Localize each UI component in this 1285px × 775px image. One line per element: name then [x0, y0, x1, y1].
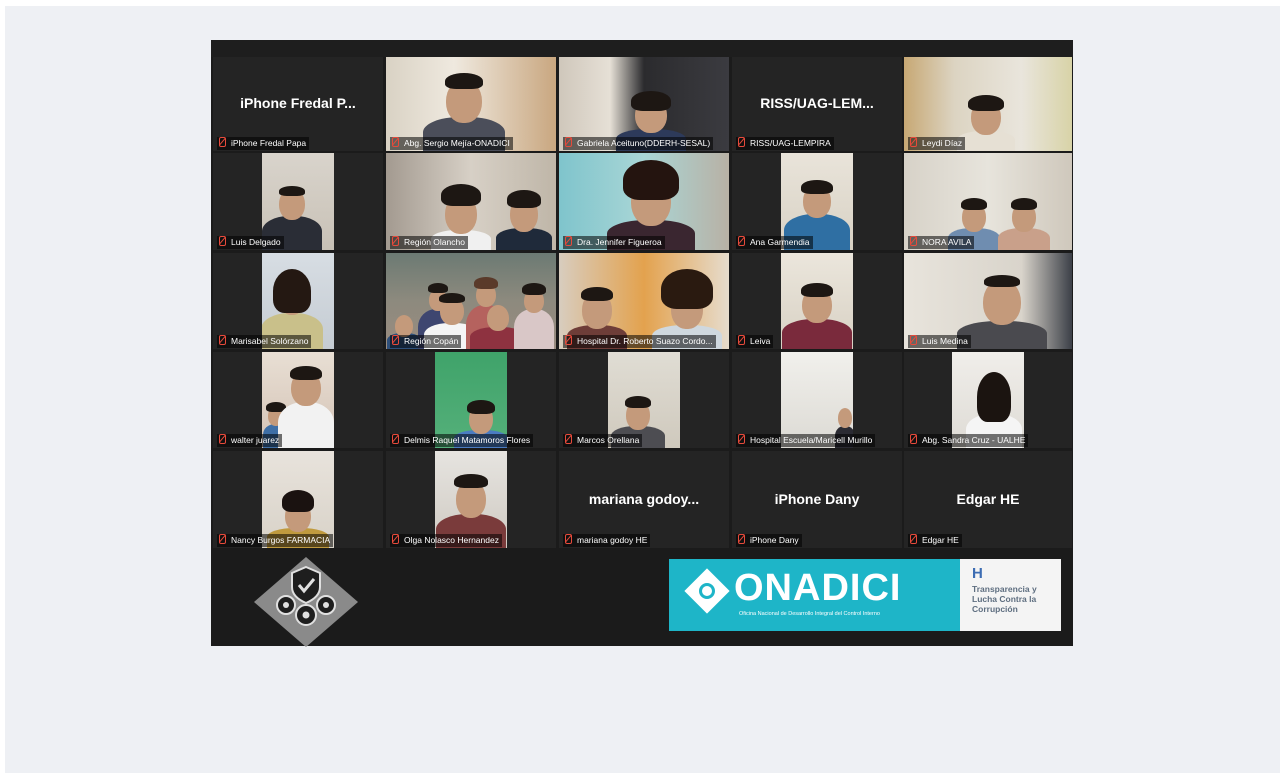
participant-person — [998, 192, 1050, 250]
participant-name-label: Olga Nolasco Hernandez — [390, 534, 502, 547]
participant-tile[interactable]: Delmis Raquel Matamoros Flores — [386, 352, 556, 448]
participant-tile[interactable]: Luis Medina — [904, 253, 1072, 349]
participant-tile[interactable]: Región Olancho — [386, 153, 556, 250]
onadici-wordmark: ONADICI — [734, 567, 902, 609]
participant-name-label: Gabriela Aceituno(DDERH-SESAL) — [563, 137, 714, 150]
transparency-mark: H — [972, 565, 983, 582]
participant-name-label: Marisabel Solórzano — [217, 335, 312, 348]
participant-video — [781, 253, 853, 349]
participant-name-label: Leydi Díaz — [908, 137, 966, 150]
muted-mic-icon — [738, 335, 745, 345]
participant-name-label: mariana godoy HE — [563, 534, 651, 547]
muted-mic-icon — [392, 534, 399, 544]
muted-mic-icon — [565, 335, 572, 345]
participant-name-label: NORA AVILA — [908, 236, 975, 249]
participant-person — [278, 362, 334, 448]
participant-person — [782, 281, 852, 349]
muted-mic-icon — [910, 335, 917, 345]
participant-name-label: Hospital Escuela/Maricell Murillo — [736, 434, 876, 447]
participant-tile[interactable]: mariana godoy... mariana godoy HE — [559, 451, 729, 548]
muted-mic-icon — [392, 137, 399, 147]
participant-tile[interactable]: Olga Nolasco Hernandez — [386, 451, 556, 548]
gallery-view-grid: iPhone Fredal P... iPhone Fredal Papa Ab… — [211, 57, 1073, 551]
participant-name-label: Luis Delgado — [217, 236, 284, 249]
participant-name-label: Ana Garmendia — [736, 236, 813, 249]
participant-tile[interactable]: Luis Delgado — [213, 153, 383, 250]
participant-tile[interactable]: Nancy Burgos FARMACIA — [213, 451, 383, 548]
participant-tile[interactable]: iPhone Fredal P... iPhone Fredal Papa — [213, 57, 383, 151]
participant-name-label: iPhone Fredal Papa — [217, 137, 310, 150]
muted-mic-icon — [738, 534, 745, 544]
muted-mic-icon — [910, 236, 917, 246]
muted-mic-icon — [910, 534, 917, 544]
participant-name-label: Hospital Dr. Roberto Suazo Cordo... — [563, 335, 716, 348]
muted-mic-icon — [565, 236, 572, 246]
participant-name-label: Región Copán — [390, 335, 462, 348]
participant-display-name: RISS/UAG-LEM... — [760, 95, 874, 112]
muted-mic-icon — [392, 335, 399, 345]
participant-tile[interactable]: Gabriela Aceituno(DDERH-SESAL) — [559, 57, 729, 151]
participant-tile[interactable]: Marcos Orellana — [559, 352, 729, 448]
participant-tile[interactable]: Leydi Díaz — [904, 57, 1072, 151]
participant-name-label: Marcos Orellana — [563, 434, 643, 447]
participant-tile[interactable]: Dra. Jennifer Figueroa — [559, 153, 729, 250]
participant-person — [514, 269, 554, 349]
participant-name-label: Leiva — [736, 335, 774, 348]
muted-mic-icon — [565, 137, 572, 147]
muted-mic-icon — [738, 434, 745, 444]
muted-mic-icon — [565, 434, 572, 444]
participant-tile-active-speaker[interactable]: Abg. Sergio Mejía-ONADICI — [386, 57, 556, 151]
participant-name-label: Región Olancho — [390, 236, 468, 249]
participant-name-label: Abg. Sandra Cruz - UALHE — [908, 434, 1029, 447]
participant-person — [496, 184, 552, 250]
participant-tile[interactable]: walter juarez — [213, 352, 383, 448]
muted-mic-icon — [392, 434, 399, 444]
participant-display-name: Edgar HE — [956, 490, 1020, 507]
branding-footer: ONADICI Oficina Nacional de Desarrollo I… — [211, 551, 1073, 647]
muted-mic-icon — [910, 137, 917, 147]
participant-display-name: iPhone Fredal P... — [240, 95, 356, 112]
participant-tile[interactable]: Leiva — [732, 253, 902, 349]
participant-tile[interactable]: iPhone Dany iPhone Dany — [732, 451, 902, 548]
participant-tile[interactable]: RISS/UAG-LEM... RISS/UAG-LEMPIRA — [732, 57, 902, 151]
muted-mic-icon — [392, 236, 399, 246]
onadici-logo-banner: ONADICI Oficina Nacional de Desarrollo I… — [669, 559, 960, 631]
transparency-text: Transparencia y Lucha Contra la Corrupci… — [972, 584, 1037, 614]
participant-tile[interactable]: Región Copán — [386, 253, 556, 349]
participant-display-name: iPhone Dany — [774, 490, 860, 507]
muted-mic-icon — [910, 434, 917, 444]
participant-tile[interactable]: Hospital Dr. Roberto Suazo Cordo... — [559, 253, 729, 349]
muted-mic-icon — [219, 434, 226, 444]
muted-mic-icon — [738, 236, 745, 246]
video-meeting-screenshot: iPhone Fredal P... iPhone Fredal Papa Ab… — [211, 40, 1073, 647]
participant-tile[interactable]: Marisabel Solórzano — [213, 253, 383, 349]
participant-display-name: mariana godoy... — [588, 490, 700, 507]
participant-name-label: Edgar HE — [908, 534, 962, 547]
muted-mic-icon — [565, 534, 572, 544]
participant-tile[interactable]: Edgar HE Edgar HE — [904, 451, 1072, 548]
muted-mic-icon — [219, 236, 226, 246]
participant-tile[interactable]: Hospital Escuela/Maricell Murillo — [732, 352, 902, 448]
participant-name-label: Luis Medina — [908, 335, 971, 348]
muted-mic-icon — [219, 534, 226, 544]
onadici-diamond-icon — [684, 568, 730, 614]
participant-tile[interactable]: Abg. Sandra Cruz - UALHE — [904, 352, 1072, 448]
participant-name-label: Nancy Burgos FARMACIA — [217, 534, 334, 547]
participant-name-label: walter juarez — [217, 434, 283, 447]
participant-name-label: Dra. Jennifer Figueroa — [563, 236, 665, 249]
shield-gears-emblem-icon — [254, 557, 358, 647]
participant-name-label: RISS/UAG-LEMPIRA — [736, 137, 834, 150]
participant-name-label: Abg. Sergio Mejía-ONADICI — [390, 137, 513, 150]
muted-mic-icon — [219, 335, 226, 345]
transparency-logo: H Transparencia y Lucha Contra la Corrup… — [960, 559, 1061, 631]
participant-name-label: Delmis Raquel Matamoros Flores — [390, 434, 534, 447]
participant-name-label: iPhone Dany — [736, 534, 802, 547]
muted-mic-icon — [219, 137, 226, 147]
meeting-top-bar — [211, 40, 1073, 57]
muted-mic-icon — [738, 137, 745, 147]
participant-tile[interactable]: Ana Garmendia — [732, 153, 902, 250]
participant-tile[interactable]: NORA AVILA — [904, 153, 1072, 250]
onadici-subtitle: Oficina Nacional de Desarrollo Integral … — [739, 611, 880, 617]
